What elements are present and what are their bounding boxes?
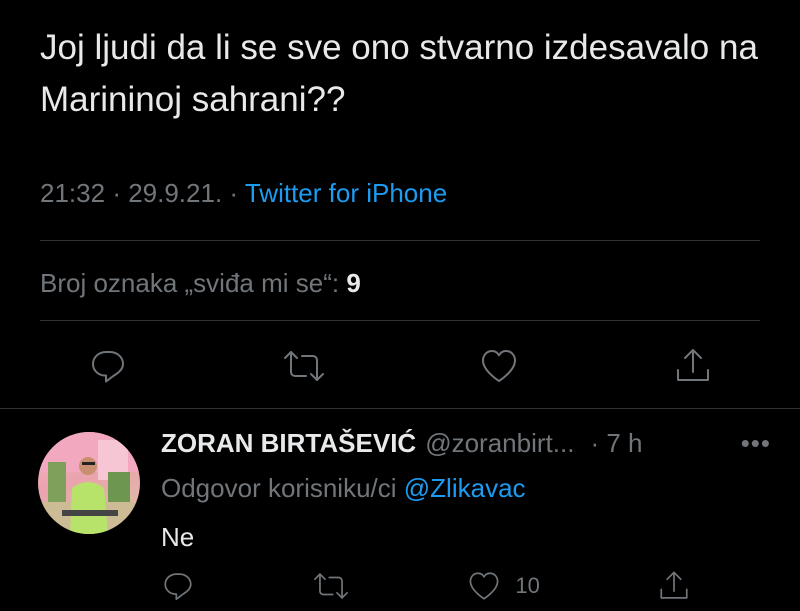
tweet-actions <box>88 346 713 386</box>
share-icon[interactable] <box>673 346 713 386</box>
reply-icon[interactable] <box>88 346 128 386</box>
reply-time-value: 7 h <box>606 427 643 458</box>
reply-like-count: 10 <box>515 573 540 598</box>
mention-link[interactable]: @Zlikavac <box>404 473 526 503</box>
replying-label: Odgovor korisniku/ci <box>161 473 397 503</box>
meta-dot: · <box>112 178 129 208</box>
tweet-source-link[interactable]: Twitter for iPhone <box>245 178 447 208</box>
like-icon[interactable] <box>479 346 519 386</box>
likes-label: Broj oznaka „sviđa mi se“: <box>40 268 340 298</box>
divider <box>40 320 760 321</box>
reply-icon[interactable] <box>161 569 195 603</box>
reply-text: Ne <box>161 522 195 552</box>
more-options-icon[interactable]: ••• <box>741 428 771 459</box>
avatar[interactable] <box>38 432 140 534</box>
avatar-photo <box>38 432 140 534</box>
divider <box>40 240 760 241</box>
reply-time: · 7 h <box>590 427 643 458</box>
like-icon[interactable] <box>467 569 501 603</box>
likes-count: 9 <box>346 268 361 298</box>
tweet-date: 29.9.21. <box>128 178 223 208</box>
reply-author-name[interactable]: ZORAN BIRTAŠEVIĆ <box>161 428 416 459</box>
reply-actions: 10 <box>161 568 691 604</box>
reply-like[interactable]: 10 <box>467 569 540 603</box>
retweet-icon[interactable] <box>312 569 350 603</box>
replying-to: Odgovor korisniku/ci @Zlikavac <box>161 473 771 504</box>
share-icon[interactable] <box>657 569 691 603</box>
tweet-text: Joj ljudi da li se sve ono stvarno izdes… <box>40 28 758 119</box>
reply-tweet[interactable]: ZORAN BIRTAŠEVIĆ @zoranbirt... · 7 h •••… <box>161 425 771 553</box>
meta-dot: · <box>229 178 245 208</box>
tweet-time: 21:32 <box>40 178 106 208</box>
likes-summary[interactable]: Broj oznaka „sviđa mi se“: 9 <box>40 268 361 299</box>
retweet-icon[interactable] <box>282 346 326 386</box>
tweet-meta: 21:32 · 29.9.21. · Twitter for iPhone <box>40 178 447 209</box>
section-divider <box>0 408 800 409</box>
reply-author-handle[interactable]: @zoranbirt... <box>425 428 574 459</box>
reply-header: ZORAN BIRTAŠEVIĆ @zoranbirt... · 7 h ••• <box>161 425 771 461</box>
